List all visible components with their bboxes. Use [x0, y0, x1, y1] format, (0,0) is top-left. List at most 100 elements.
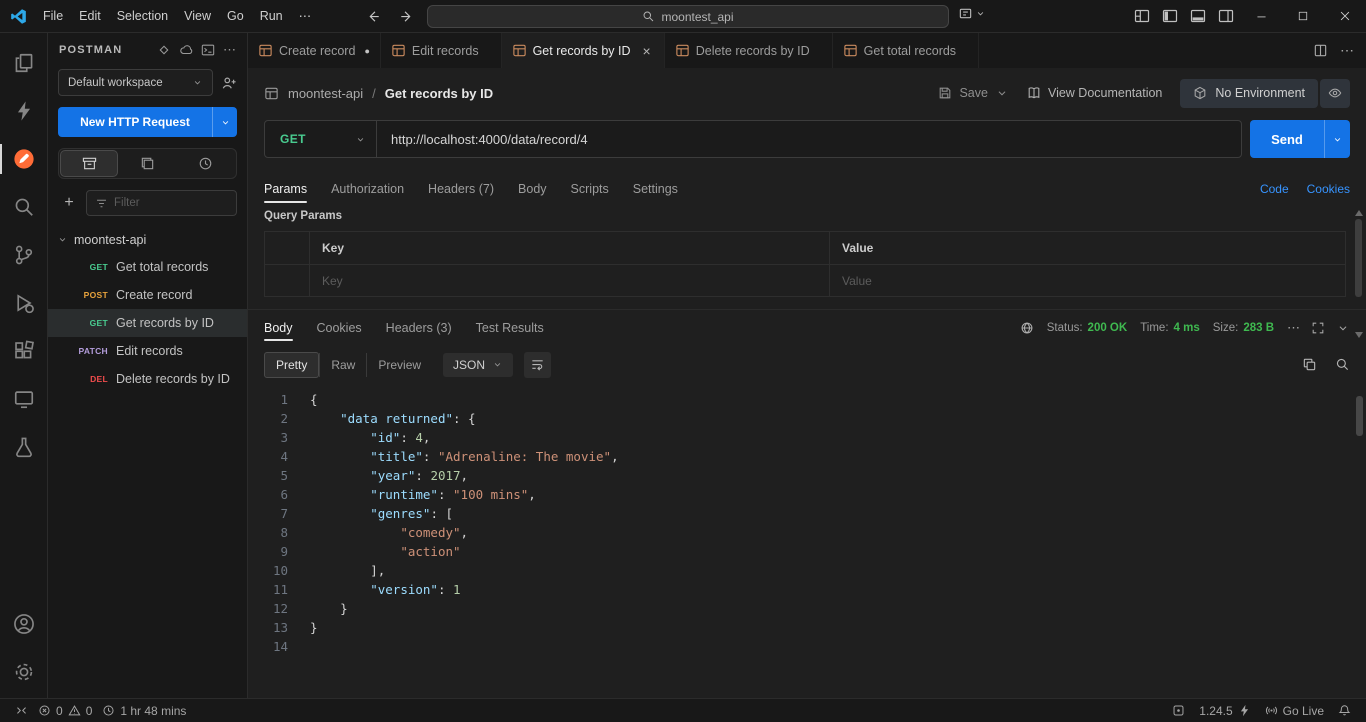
test-flask-icon[interactable]	[0, 423, 48, 471]
menu-selection[interactable]: Selection	[109, 5, 176, 27]
settings-gear-icon[interactable]	[0, 648, 48, 696]
menu-run[interactable]: Run	[252, 5, 291, 27]
lightning-icon[interactable]	[0, 87, 48, 135]
explorer-icon[interactable]	[0, 39, 48, 87]
menu-go[interactable]: Go	[219, 5, 252, 27]
response-scrollbar-thumb[interactable]	[1356, 396, 1363, 436]
request-tab-headers[interactable]: Headers (7)	[428, 170, 494, 208]
response-more-icon[interactable]: ⋯	[1287, 320, 1300, 336]
status-extension-indicator[interactable]	[1167, 700, 1190, 722]
scrollbar-track[interactable]	[1355, 219, 1362, 329]
method-selector[interactable]: GET	[265, 121, 377, 157]
send-options-chevron[interactable]	[1324, 120, 1350, 158]
editor-tab[interactable]: Delete records by ID	[665, 33, 833, 68]
extensions-icon[interactable]	[0, 327, 48, 375]
scroll-down-arrow[interactable]	[1355, 332, 1363, 338]
collections-view-icon[interactable]	[61, 151, 117, 176]
account-icon[interactable]	[0, 600, 48, 648]
filter-input[interactable]	[114, 197, 228, 209]
expand-response-icon[interactable]	[1311, 321, 1325, 335]
sidebar-more-icon[interactable]: ⋯	[223, 42, 236, 58]
search-response-icon[interactable]	[1335, 357, 1350, 372]
format-dropdown[interactable]: JSON	[443, 353, 513, 377]
response-tab-headers[interactable]: Headers (3)	[386, 310, 452, 346]
close-tab-icon[interactable]: ×	[640, 44, 654, 58]
environment-quick-look-button[interactable]	[1320, 79, 1350, 108]
view-documentation-button[interactable]: View Documentation	[1027, 86, 1162, 100]
value-input[interactable]	[842, 274, 1333, 288]
view-mode-pretty[interactable]: Pretty	[264, 352, 319, 378]
send-button[interactable]: Send	[1250, 120, 1350, 158]
postman-icon[interactable]	[0, 135, 48, 183]
response-tab-testresults[interactable]: Test Results	[476, 310, 544, 346]
search-view-icon[interactable]	[0, 183, 48, 231]
workspace-selector[interactable]: Default workspace	[58, 69, 213, 96]
close-window-button[interactable]	[1324, 0, 1366, 33]
request-item[interactable]: GETGet records by ID	[48, 309, 247, 337]
request-tab-settings[interactable]: Settings	[633, 170, 678, 208]
scrollbar-thumb[interactable]	[1355, 219, 1362, 297]
add-request-button[interactable]: +	[58, 192, 80, 214]
filter-box[interactable]	[86, 190, 237, 216]
cookies-link[interactable]: Cookies	[1307, 182, 1350, 196]
toggle-secondary-sidebar-button[interactable]	[1212, 3, 1240, 29]
customize-layout-button[interactable]	[1128, 3, 1156, 29]
save-button[interactable]: Save	[938, 86, 1009, 100]
editor-tab[interactable]: Get total records	[833, 33, 979, 68]
source-control-icon[interactable]	[0, 231, 48, 279]
toggle-primary-sidebar-button[interactable]	[1156, 3, 1184, 29]
view-mode-preview[interactable]: Preview	[366, 353, 432, 377]
params-scrollbar[interactable]	[1354, 210, 1363, 338]
chevron-down-icon[interactable]	[995, 86, 1009, 100]
menu-file[interactable]: File	[35, 5, 71, 27]
new-request-chevron[interactable]	[212, 107, 237, 137]
back-arrow-icon[interactable]	[367, 9, 382, 24]
new-http-request-button[interactable]: New HTTP Request	[58, 107, 237, 137]
command-center-extra-button[interactable]	[958, 6, 986, 21]
response-body-code[interactable]: 1{2 "data returned": {3 "id": 4,4 "title…	[248, 383, 1366, 698]
version-indicator[interactable]: 1.24.5	[1194, 700, 1255, 722]
globe-icon[interactable]	[1020, 321, 1034, 335]
request-item[interactable]: GETGet total records	[48, 253, 247, 281]
code-link[interactable]: Code	[1260, 182, 1289, 196]
request-tab-authorization[interactable]: Authorization	[331, 170, 404, 208]
view-mode-raw[interactable]: Raw	[319, 353, 366, 377]
scroll-up-arrow[interactable]	[1355, 210, 1363, 216]
menu-view[interactable]: View	[176, 5, 219, 27]
tag-icon[interactable]	[157, 43, 171, 57]
tab-more-icon[interactable]: ⋯	[1340, 42, 1354, 59]
request-tab-params[interactable]: Params	[264, 170, 307, 208]
maximize-button[interactable]	[1282, 0, 1324, 33]
request-item[interactable]: DELDelete records by ID	[48, 365, 247, 393]
request-item[interactable]: POSTCreate record	[48, 281, 247, 309]
minimize-button[interactable]	[1240, 0, 1282, 33]
environment-selector[interactable]: No Environment	[1180, 79, 1318, 108]
history-view-icon[interactable]	[178, 151, 234, 176]
collection-row[interactable]: moontest-api	[48, 226, 247, 253]
cloud-sync-icon[interactable]	[179, 43, 193, 57]
invite-user-icon[interactable]	[221, 75, 237, 91]
copy-icon[interactable]	[1302, 357, 1317, 372]
response-tab-cookies[interactable]: Cookies	[317, 310, 362, 346]
request-item[interactable]: PATCHEdit records	[48, 337, 247, 365]
request-tab-scripts[interactable]: Scripts	[571, 170, 609, 208]
run-debug-icon[interactable]	[0, 279, 48, 327]
forward-arrow-icon[interactable]	[398, 9, 413, 24]
editor-tab[interactable]: Get records by ID×	[502, 33, 665, 68]
time-tracker[interactable]: 1 hr 48 mins	[97, 700, 191, 722]
remote-indicator[interactable]	[10, 700, 33, 722]
environments-view-icon[interactable]	[119, 151, 175, 176]
go-live-button[interactable]: Go Live	[1260, 700, 1329, 722]
problems-indicator[interactable]: 0 0	[33, 700, 97, 722]
remote-explorer-icon[interactable]	[0, 375, 48, 423]
toggle-panel-button[interactable]	[1184, 3, 1212, 29]
breadcrumb-collection[interactable]: moontest-api	[288, 86, 363, 101]
notifications-button[interactable]	[1333, 700, 1356, 722]
chevron-down-icon[interactable]	[1336, 321, 1350, 335]
key-input[interactable]	[322, 274, 817, 288]
split-editor-icon[interactable]	[1313, 43, 1328, 58]
menu-edit[interactable]: Edit	[71, 5, 109, 27]
command-center-search[interactable]: moontest_api	[427, 5, 949, 28]
editor-tab[interactable]: Create record●	[248, 33, 381, 68]
console-icon[interactable]	[201, 43, 215, 57]
